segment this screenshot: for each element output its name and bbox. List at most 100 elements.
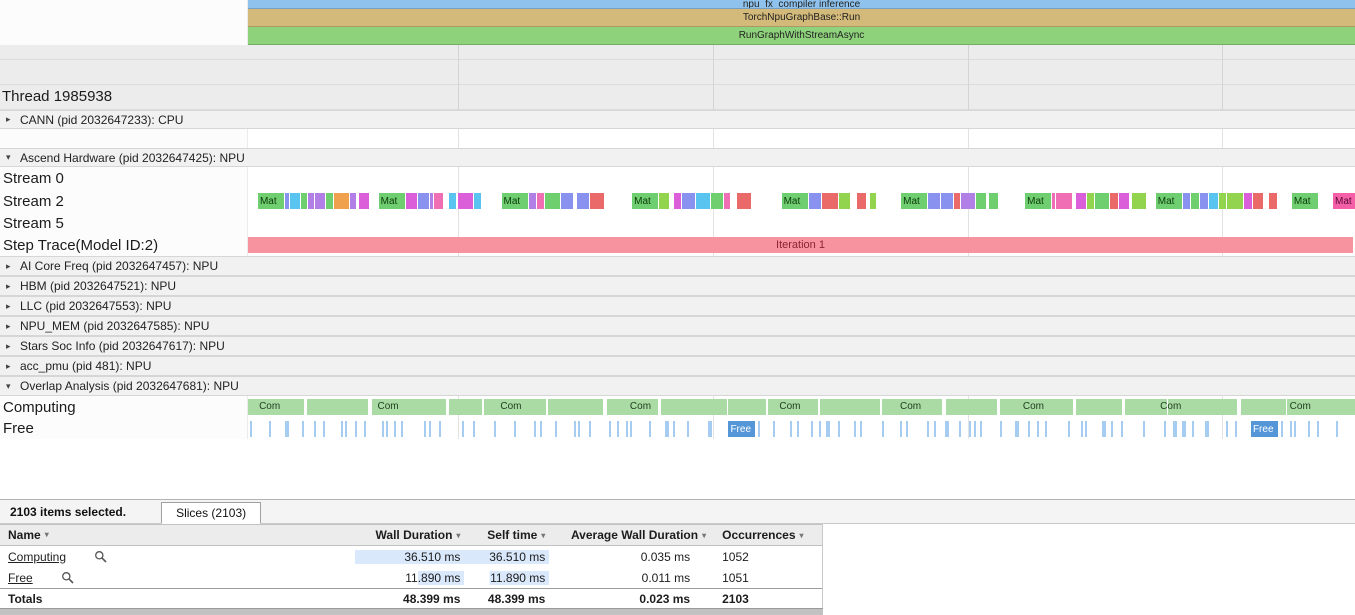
trace-slice[interactable] — [382, 421, 385, 437]
trace-slice[interactable] — [976, 193, 986, 209]
track-canvas-stream2[interactable]: Mat Mat Mat Mat Mat Mat Mat Mat Mat Mat — [248, 190, 1355, 212]
trace-slice[interactable] — [1290, 421, 1293, 437]
trace-slice[interactable] — [810, 421, 813, 437]
track-row-stream2[interactable]: Stream 2 Mat Mat Mat Mat Mat Mat Mat Mat Mat Mat — [0, 190, 1355, 212]
tab-slices[interactable]: Slices (2103) — [161, 501, 262, 524]
trace-slice[interactable] — [340, 421, 343, 437]
trace-slice[interactable] — [1205, 421, 1210, 437]
trace-slice[interactable] — [574, 421, 577, 437]
trace-slice[interactable] — [589, 193, 604, 209]
trace-slice[interactable] — [1182, 193, 1191, 209]
trace-slice[interactable] — [315, 193, 325, 209]
trace-slice[interactable] — [250, 421, 252, 437]
trace-slice[interactable] — [359, 193, 370, 209]
process-header-acc_pmu[interactable]: ▸ acc_pmu (pid 481): NPU — [0, 356, 1355, 376]
trace-slice[interactable] — [724, 193, 731, 209]
trace-slice[interactable] — [838, 193, 850, 209]
trace-slice-mat[interactable]: Mat — [1291, 193, 1318, 209]
trace-slice[interactable] — [1226, 193, 1243, 209]
track-row-stream5[interactable]: Stream 5 — [0, 212, 1355, 234]
trace-slice[interactable] — [429, 193, 434, 209]
trace-slice[interactable] — [969, 421, 972, 437]
process-header-stars[interactable]: ▸ Stars Soc Info (pid 2032647617): NPU — [0, 336, 1355, 356]
trace-slice[interactable] — [473, 421, 476, 437]
trace-slice[interactable] — [514, 421, 517, 437]
filter-icon[interactable]: ▾ — [45, 530, 49, 539]
trace-slice[interactable] — [648, 421, 651, 437]
trace-slice[interactable] — [1121, 421, 1124, 437]
trace-slice[interactable] — [439, 421, 442, 437]
trace-slice[interactable] — [325, 193, 333, 209]
trace-slice-free[interactable]: Free — [1250, 421, 1278, 437]
trace-slice[interactable] — [758, 421, 761, 437]
track-row-computing[interactable]: Computing Com Com Com Com Com Com Com Com Com — [0, 396, 1355, 418]
table-scrollbar[interactable] — [0, 608, 823, 615]
slice-npu-fx-compiler-inference[interactable]: npu_fx_compiler inference — [248, 0, 1355, 9]
expander-icon[interactable]: ▾ — [6, 152, 15, 163]
trace-slice[interactable] — [819, 421, 822, 437]
trace-slice[interactable] — [682, 193, 695, 209]
trace-slice[interactable] — [821, 193, 838, 209]
expander-icon[interactable]: ▸ — [6, 341, 15, 352]
trace-slice[interactable] — [306, 399, 369, 415]
trace-slice[interactable] — [314, 421, 317, 437]
trace-slice[interactable] — [1085, 421, 1088, 437]
trace-slice[interactable] — [307, 193, 314, 209]
trace-slice[interactable] — [899, 421, 902, 437]
trace-slice[interactable] — [710, 193, 724, 209]
trace-slice[interactable] — [737, 193, 751, 209]
track-row-stream0[interactable]: Stream 0 — [0, 167, 1355, 190]
trace-slice[interactable] — [561, 193, 573, 209]
process-header-ai[interactable]: ▸ AI Core Freq (pid 2032647457): NPU — [0, 256, 1355, 276]
trace-slice[interactable] — [790, 421, 793, 437]
track-canvas-step-trace[interactable]: Iteration 1 — [248, 234, 1355, 256]
trace-slice-mat[interactable]: Mat — [1155, 193, 1182, 209]
trace-slice[interactable] — [940, 193, 954, 209]
trace-slice[interactable] — [1132, 193, 1146, 209]
trace-slice[interactable] — [665, 421, 670, 437]
trace-slice-mat[interactable]: Mat — [632, 193, 659, 209]
trace-slice-mat[interactable]: Mat — [781, 193, 808, 209]
trace-slice[interactable] — [980, 421, 983, 437]
expander-icon[interactable]: ▾ — [6, 381, 15, 392]
trace-slice[interactable] — [838, 421, 841, 437]
table-row-free[interactable]: Free 11.890 ms 11.890 ms 0.011 ms 1051 — [0, 567, 822, 588]
trace-slice[interactable] — [394, 421, 397, 437]
trace-slice-mat[interactable]: Mat — [901, 193, 928, 209]
trace-slice[interactable] — [1163, 421, 1166, 437]
trace-slice[interactable] — [1045, 421, 1048, 437]
expander-icon[interactable]: ▸ — [6, 281, 15, 292]
trace-slice[interactable] — [405, 193, 417, 209]
trace-slice[interactable] — [461, 421, 464, 437]
trace-slice[interactable] — [1209, 193, 1218, 209]
trace-slice[interactable] — [268, 421, 271, 437]
trace-slice[interactable] — [1191, 193, 1200, 209]
trace-slice-mat[interactable]: Mat — [257, 193, 284, 209]
trace-slice[interactable] — [659, 193, 670, 209]
column-header-occurrences[interactable]: Occurrences ▾ — [714, 528, 822, 542]
trace-slice[interactable] — [630, 421, 633, 437]
track-canvas-free[interactable]: Free Free — [248, 418, 1355, 439]
trace-slice[interactable] — [1076, 193, 1086, 209]
column-header-self-time[interactable]: Self time ▾ — [464, 528, 549, 542]
trace-slice[interactable] — [540, 421, 543, 437]
trace-slice[interactable] — [673, 193, 682, 209]
trace-slice[interactable] — [322, 421, 325, 437]
process-header-npu_mem[interactable]: ▸ NPU_MEM (pid 2032647585): NPU — [0, 316, 1355, 336]
trace-slice[interactable] — [1308, 421, 1311, 437]
trace-slice[interactable] — [588, 421, 591, 437]
trace-slice[interactable] — [473, 193, 482, 209]
trace-slice[interactable] — [1172, 421, 1177, 437]
trace-slice[interactable] — [493, 421, 496, 437]
process-header-overlap[interactable]: ▾ Overlap Analysis (pid 2032647681): NPU — [0, 376, 1355, 396]
trace-slice[interactable] — [528, 193, 536, 209]
table-row-computing[interactable]: Computing 36.510 ms 36.510 ms 0.035 ms 1… — [0, 546, 822, 567]
magnifier-icon[interactable] — [61, 571, 74, 584]
trace-slice[interactable] — [1095, 193, 1109, 209]
trace-slice[interactable] — [661, 399, 727, 415]
trace-slice[interactable] — [728, 399, 767, 415]
trace-slice[interactable] — [386, 421, 389, 437]
trace-slice[interactable] — [1028, 421, 1031, 437]
trace-slice[interactable] — [284, 421, 289, 437]
trace-slice[interactable] — [854, 421, 857, 437]
